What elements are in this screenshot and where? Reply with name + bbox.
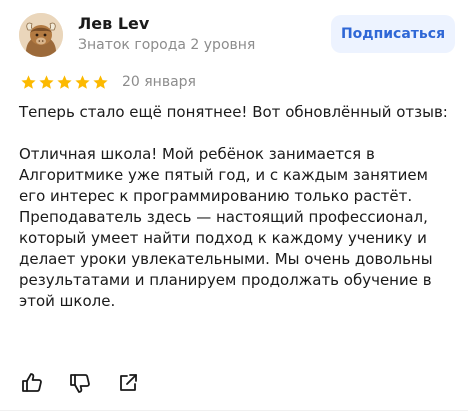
author-name[interactable]: Лев Lev xyxy=(78,14,149,33)
subscribe-button[interactable]: Подписаться xyxy=(331,15,455,53)
review-actions xyxy=(19,370,141,396)
author-level: Знаток города 2 уровня xyxy=(78,37,256,53)
star-icon xyxy=(39,75,54,89)
thumbs-up-icon[interactable] xyxy=(19,370,45,396)
rating-stars xyxy=(20,74,109,91)
star-icon xyxy=(75,75,90,89)
thumbs-down-icon[interactable] xyxy=(67,370,93,396)
review-intro: Теперь стало ещё понятнее! Вот обновлённ… xyxy=(19,103,448,121)
yak-avatar-icon[interactable] xyxy=(19,13,63,57)
review-card: Лев Lev Знаток города 2 уровня Подписать… xyxy=(0,0,468,411)
review-text: Теперь стало ещё понятнее! Вот обновлённ… xyxy=(19,102,457,333)
review-date: 20 января xyxy=(122,74,196,90)
star-icon xyxy=(57,75,72,89)
review-body: Отличная школа! Мой ребёнок занимается в… xyxy=(19,145,433,310)
star-icon xyxy=(93,75,108,89)
star-icon xyxy=(21,75,36,89)
share-icon[interactable] xyxy=(115,370,141,396)
